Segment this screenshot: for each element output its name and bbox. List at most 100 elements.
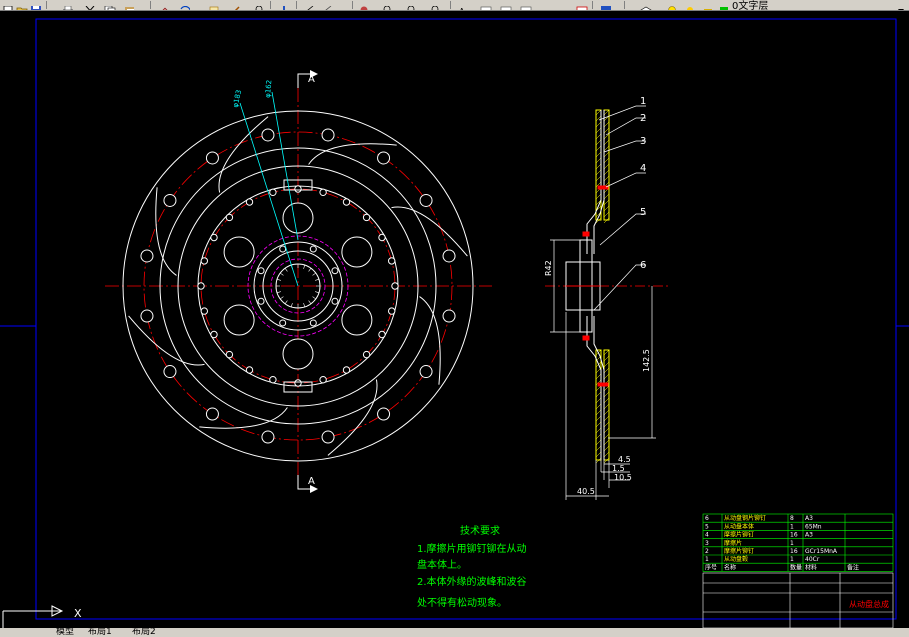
zoom-window-icon[interactable] <box>252 0 264 10</box>
bom-cell: 65Mn <box>805 523 822 530</box>
layer-color-icon[interactable] <box>718 0 730 10</box>
balloon-1: 1 <box>640 96 646 107</box>
hub-hole <box>279 319 287 327</box>
tool-palette-icon[interactable] <box>358 0 370 10</box>
outer-rivet-hole <box>163 365 177 379</box>
layer-state-icon[interactable] <box>500 0 512 10</box>
undo-icon[interactable] <box>178 0 191 10</box>
zoom-realtime-icon[interactable] <box>230 0 242 10</box>
balloon-2: 2 <box>640 113 646 124</box>
bom-cell: 1 <box>705 556 709 563</box>
dim-1-5: 1.5 <box>612 464 625 473</box>
bulb-icon[interactable] <box>666 0 678 10</box>
print-icon[interactable] <box>62 0 74 10</box>
outer-rivet-hole <box>261 430 275 444</box>
bom-header-cell: 备注 <box>847 563 859 571</box>
section-marker-top: A <box>308 74 315 85</box>
hub-hole <box>279 245 287 253</box>
small-hole <box>294 379 302 387</box>
bom-cell: 2 <box>705 548 709 555</box>
small-hole <box>362 350 371 359</box>
dim-r42: R42 <box>544 260 553 276</box>
tab-layout-2[interactable]: 布局2 <box>132 628 156 637</box>
layer-manager-icon[interactable] <box>480 0 492 10</box>
properties-icon[interactable] <box>302 0 314 10</box>
small-hole <box>245 366 254 374</box>
small-hole <box>342 198 351 206</box>
bom-cell: 40Cr <box>805 556 820 563</box>
small-hole <box>362 213 371 222</box>
cut-icon[interactable] <box>84 0 96 10</box>
title-block-name: 从动盘总成 <box>849 599 889 609</box>
bom-cell: 1 <box>790 540 794 547</box>
outer-rivet-hole <box>419 365 433 379</box>
bom-cell: 摩擦片铆钉 <box>724 547 754 555</box>
damper-window <box>341 236 373 268</box>
outer-rivet-hole <box>163 193 177 207</box>
layer-name[interactable]: 0文字层 <box>732 0 768 10</box>
outer-rivet-hole <box>261 128 275 142</box>
outer-rivet-hole <box>377 151 391 165</box>
bom-cell: 1 <box>790 523 794 530</box>
small-hole <box>200 257 209 265</box>
bom-cell: 从动盘钢片铆钉 <box>724 514 766 522</box>
copy-icon[interactable] <box>104 0 116 10</box>
pan-icon[interactable] <box>208 0 220 10</box>
dim-142-5: 142.5 <box>642 349 651 372</box>
balloon-4: 4 <box>640 163 646 174</box>
lock-icon[interactable] <box>702 0 714 10</box>
save-icon[interactable] <box>30 0 42 10</box>
small-hole <box>197 282 205 290</box>
notes-line-2: 盘本体上。 <box>417 558 467 571</box>
bom-cell: 4 <box>705 532 709 539</box>
outer-rivet-hole <box>321 430 335 444</box>
markup-icon[interactable] <box>406 0 418 10</box>
design-center-icon[interactable] <box>320 0 332 10</box>
outer-rivet-hole <box>419 193 433 207</box>
match-icon[interactable] <box>158 0 170 10</box>
zoom-previous-icon[interactable] <box>278 0 290 10</box>
drawing-canvas[interactable]: φ183 φ162 A A R42 142.5 4.5 1.5 10.5 40.… <box>0 11 909 628</box>
hub-hole <box>257 267 265 275</box>
outer-rivet-hole <box>140 309 154 323</box>
hub-hole <box>257 297 265 305</box>
question-icon[interactable] <box>600 0 612 10</box>
new-icon[interactable] <box>2 0 14 10</box>
toolbar: A 0文字层 <box>0 0 909 11</box>
notes-line-1: 1.摩擦片用铆钉铆在从动 <box>417 542 527 555</box>
bom-cell: 从动盘毂 <box>724 555 748 563</box>
bom-cell: 摩擦片 <box>724 539 742 547</box>
help-icon[interactable]: A <box>458 0 470 10</box>
damper-window <box>282 338 314 370</box>
outer-rivet-hole <box>205 407 219 421</box>
layers-icon[interactable] <box>640 0 652 10</box>
bom-cell: 1 <box>790 556 794 563</box>
paste-icon[interactable] <box>124 0 136 10</box>
table-icon[interactable] <box>576 0 588 10</box>
small-hole <box>210 330 218 339</box>
bom-cell: A3 <box>805 532 813 539</box>
match-properties-icon[interactable] <box>520 0 532 10</box>
bom-cell: 从动盘本体 <box>724 522 754 530</box>
small-hole <box>210 233 218 242</box>
small-hole <box>200 307 209 315</box>
tab-model[interactable]: 模型 <box>56 628 74 637</box>
sun-icon[interactable] <box>684 0 696 10</box>
small-hole <box>378 330 386 339</box>
tab-layout-1[interactable]: 布局1 <box>88 628 112 637</box>
bom-cell: 3 <box>705 540 709 547</box>
bom-cell: 8 <box>790 515 794 522</box>
damper-window <box>341 304 373 336</box>
section-marker-bottom: A <box>308 476 315 487</box>
bom-header-cell: 名称 <box>724 563 736 571</box>
small-hole <box>387 257 396 265</box>
balloon-5: 5 <box>640 207 646 218</box>
balloon-3: 3 <box>640 136 646 147</box>
calculator-icon[interactable] <box>430 0 442 10</box>
dim-10-5: 10.5 <box>614 473 632 482</box>
dropdown-icon[interactable] <box>895 0 907 10</box>
sheet-set-icon[interactable] <box>382 0 394 10</box>
ucs-axis-label: X <box>74 607 82 620</box>
open-icon[interactable] <box>16 0 28 10</box>
bom-cell: 16 <box>790 532 798 539</box>
